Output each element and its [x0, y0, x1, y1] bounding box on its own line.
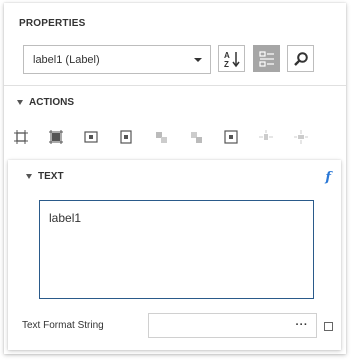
svg-text:A: A: [224, 51, 230, 60]
fit-bounds-to-container-icon[interactable]: [13, 129, 29, 145]
search-icon: [293, 51, 308, 66]
align-center-horizontal-icon[interactable]: [83, 129, 99, 145]
text-value-input[interactable]: label1: [39, 200, 314, 299]
svg-text:Z: Z: [224, 60, 229, 68]
distribute-horizontal-icon[interactable]: [258, 129, 274, 145]
actions-header-label: ACTIONS: [29, 97, 74, 108]
text-header[interactable]: TEXT: [26, 171, 64, 182]
actions-toolbar: [4, 129, 346, 147]
text-format-string-input[interactable]: ···: [148, 313, 317, 338]
text-value: label1: [49, 211, 82, 225]
section-divider: [4, 85, 346, 86]
search-button[interactable]: [287, 45, 314, 72]
bring-to-front-icon[interactable]: [153, 129, 169, 145]
sort-alphabetical-icon: A Z: [224, 51, 240, 68]
properties-panel: PROPERTIES label1 (Label) A Z ACTIONS TE…: [4, 3, 346, 354]
categorized-view-button[interactable]: [253, 45, 280, 72]
fit-to-content-icon[interactable]: [48, 129, 64, 145]
send-to-back-icon[interactable]: [188, 129, 204, 145]
collapse-triangle-icon: [17, 100, 23, 105]
distribute-vertical-icon[interactable]: [293, 129, 309, 145]
center-in-container-icon[interactable]: [223, 129, 239, 145]
align-center-vertical-icon[interactable]: [118, 129, 134, 145]
text-header-label: TEXT: [38, 171, 64, 182]
component-selector-value: label1 (Label): [33, 53, 100, 66]
component-selector[interactable]: label1 (Label): [23, 45, 211, 74]
text-section: TEXT f label1 Text Format String ···: [8, 160, 341, 350]
actions-header[interactable]: ACTIONS: [17, 97, 74, 108]
sort-alphabetical-button[interactable]: A Z: [218, 45, 245, 72]
collapse-triangle-icon: [26, 174, 32, 179]
panel-title: PROPERTIES: [19, 18, 86, 29]
chevron-down-icon[interactable]: [194, 58, 202, 62]
expression-icon[interactable]: f: [325, 170, 331, 185]
text-format-string-label: Text Format String: [22, 320, 104, 331]
property-marker-checkbox[interactable]: [324, 322, 333, 331]
ellipsis-button[interactable]: ···: [296, 319, 309, 331]
categorized-view-icon: [258, 50, 274, 67]
